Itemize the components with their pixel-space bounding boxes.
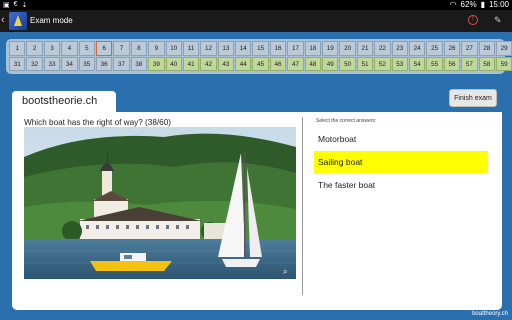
status-bar: ▣ € ⇣ ◠ 62% ▮ 15:00 <box>0 0 512 10</box>
question-image[interactable]: ⌕ <box>24 127 296 279</box>
question-cell[interactable]: 56 <box>443 56 461 71</box>
question-cell[interactable]: 42 <box>200 56 217 71</box>
clock: 15:00 <box>488 0 509 9</box>
question-cell[interactable]: 22 <box>374 41 391 56</box>
lake-castle-sailboat-image <box>24 127 296 279</box>
app-logo-icon[interactable] <box>9 12 27 30</box>
back-arrow-icon[interactable]: ‹ <box>1 14 5 26</box>
question-cell[interactable]: 43 <box>217 56 235 71</box>
screen-title: Exam mode <box>30 16 73 25</box>
question-cell[interactable]: 47 <box>287 56 304 71</box>
question-cell[interactable]: 35 <box>78 56 95 71</box>
answer-option-faster-boat[interactable]: The faster boat <box>314 174 488 196</box>
question-cell[interactable]: 11 <box>182 41 200 56</box>
question-cell[interactable]: 20 <box>339 41 356 56</box>
question-cell[interactable]: 24 <box>408 41 426 56</box>
question-cell[interactable]: 14 <box>235 41 252 56</box>
question-cell[interactable]: 50 <box>339 56 356 71</box>
question-cell[interactable]: 6 <box>95 41 113 56</box>
euro-icon: € <box>13 1 18 8</box>
action-bar: ‹ Exam mode ! ✎ <box>0 10 512 32</box>
question-cell[interactable]: 28 <box>478 41 495 56</box>
pin-icon[interactable]: ✎ <box>494 15 502 26</box>
question-cell[interactable]: 10 <box>165 41 182 56</box>
question-cell[interactable]: 9 <box>148 41 165 56</box>
image-icon: ▣ <box>3 2 10 9</box>
question-cell[interactable]: 3 <box>43 41 61 56</box>
question-cell[interactable]: 37 <box>113 56 130 71</box>
question-cell[interactable]: 1 <box>9 41 26 56</box>
question-cell[interactable]: 45 <box>252 56 269 71</box>
answer-prompt: Select the correct answers: <box>316 118 377 124</box>
question-cell[interactable]: 17 <box>287 41 304 56</box>
question-cell[interactable]: 2 <box>26 41 43 56</box>
question-cell[interactable]: 36 <box>95 56 113 71</box>
question-cell[interactable]: 5 <box>78 41 95 56</box>
site-title: bootstheorie.ch <box>12 91 116 113</box>
question-cell[interactable]: 53 <box>391 56 408 71</box>
question-cell[interactable]: 31 <box>9 56 26 71</box>
question-cell[interactable]: 27 <box>461 41 478 56</box>
question-cell[interactable]: 52 <box>374 56 391 71</box>
panel-divider <box>302 117 303 295</box>
answer-option-motorboat[interactable]: Motorboat <box>314 128 488 150</box>
question-cell[interactable]: 55 <box>426 56 443 71</box>
zoom-icon[interactable]: ⌕ <box>283 267 292 276</box>
question-cell[interactable]: 44 <box>235 56 252 71</box>
question-cell[interactable]: 12 <box>200 41 217 56</box>
battery-icon: ▮ <box>480 0 485 9</box>
question-cell[interactable]: 26 <box>443 41 461 56</box>
question-cell[interactable]: 21 <box>356 41 374 56</box>
question-cell[interactable]: 41 <box>182 56 200 71</box>
answer-option-sailing-boat[interactable]: Sailing boat <box>314 151 488 173</box>
question-cell[interactable]: 59 <box>495 56 512 71</box>
question-cell[interactable]: 34 <box>61 56 78 71</box>
info-icon[interactable]: ! <box>468 15 478 25</box>
question-cell[interactable]: 38 <box>130 56 148 71</box>
footer-site: boattheory.ch <box>472 311 508 317</box>
question-cell[interactable]: 51 <box>356 56 374 71</box>
question-cell[interactable]: 46 <box>269 56 287 71</box>
question-text: Which boat has the right of way? (38/60) <box>24 118 171 127</box>
question-cell[interactable]: 48 <box>304 56 322 71</box>
question-cell[interactable]: 4 <box>61 41 78 56</box>
question-cell[interactable]: 15 <box>252 41 269 56</box>
finish-exam-button[interactable]: Finish exam <box>449 89 497 107</box>
question-cell[interactable]: 16 <box>269 41 287 56</box>
question-grid: 1 2 3 4 5 6 7 8 9 10 11 12 13 14 15 16 17 18 19 20 21 22 23 24 2… <box>6 39 512 74</box>
question-cell[interactable]: 13 <box>217 41 235 56</box>
download-icon: ⇣ <box>21 2 28 9</box>
question-cell[interactable]: 8 <box>130 41 148 56</box>
question-cell[interactable]: 32 <box>26 56 43 71</box>
question-cell[interactable]: 18 <box>304 41 322 56</box>
battery-level: 62% <box>460 0 477 9</box>
question-cell[interactable]: 33 <box>43 56 61 71</box>
question-cell[interactable]: 25 <box>426 41 443 56</box>
question-cell[interactable]: 49 <box>322 56 339 71</box>
question-cell[interactable]: 58 <box>478 56 495 71</box>
question-cell[interactable]: 54 <box>408 56 426 71</box>
question-cell[interactable]: 40 <box>165 56 182 71</box>
question-cell[interactable]: 39 <box>148 56 165 71</box>
question-cell[interactable]: 23 <box>391 41 408 56</box>
wifi-icon: ◠ <box>449 0 457 9</box>
question-cell[interactable]: 29 <box>495 41 512 56</box>
question-cell[interactable]: 19 <box>322 41 339 56</box>
question-cell[interactable]: 57 <box>461 56 478 71</box>
question-cell[interactable]: 7 <box>113 41 130 56</box>
